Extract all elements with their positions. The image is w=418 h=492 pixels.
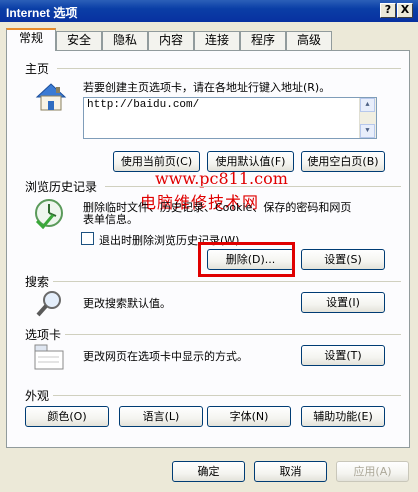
search-icon (36, 291, 61, 317)
search-description: 更改搜索默认值。 (83, 297, 171, 310)
cancel-button[interactable]: 取消 (254, 461, 327, 482)
home-group-divider (57, 68, 401, 69)
languages-button[interactable]: 语言(L) (119, 406, 203, 427)
tab-advanced[interactable]: 高级 (286, 31, 332, 50)
tabs-group-label: 选项卡 (25, 326, 66, 343)
tab-connections[interactable]: 连接 (194, 31, 240, 50)
appearance-group-label: 外观 (25, 387, 54, 404)
delete-on-exit-checkbox[interactable] (81, 232, 94, 245)
scroll-down-icon[interactable]: ▼ (360, 124, 375, 138)
search-settings-button[interactable]: 设置(I) (301, 292, 385, 313)
history-group-label: 浏览历史记录 (25, 178, 102, 195)
history-group-divider (105, 186, 401, 187)
ok-button[interactable]: 确定 (172, 461, 245, 482)
accessibility-button[interactable]: 辅助功能(E) (301, 406, 385, 427)
title-bar: Internet 选项 (0, 0, 418, 22)
help-button[interactable]: ? (380, 3, 396, 18)
home-description: 若要创建主页选项卡，请在各地址行键入地址(R)。 (83, 81, 331, 94)
tabs-description: 更改网页在选项卡中显示的方式。 (83, 350, 248, 363)
tabs-group-divider (65, 334, 401, 335)
tab-content[interactable]: 内容 (148, 31, 194, 50)
close-button[interactable]: X (397, 3, 413, 18)
house-icon (35, 83, 67, 111)
use-blank-button[interactable]: 使用空白页(B) (301, 151, 385, 172)
search-group-label: 搜索 (25, 273, 54, 290)
history-description-line2: 表单信息。 (83, 213, 138, 226)
home-url-text: http://baidu.com/ (87, 99, 200, 111)
tab-programs[interactable]: 程序 (240, 31, 286, 50)
tabs-settings-button[interactable]: 设置(T) (301, 345, 385, 366)
fonts-button[interactable]: 字体(N) (207, 406, 291, 427)
home-url-input[interactable]: http://baidu.com/ ▲ ▼ (83, 97, 377, 139)
history-clock-icon (35, 199, 63, 229)
history-settings-button[interactable]: 设置(S) (301, 249, 385, 270)
url-scrollbar[interactable]: ▲ ▼ (359, 98, 376, 138)
window-title: Internet 选项 (6, 6, 78, 20)
colors-button[interactable]: 颜色(O) (25, 406, 109, 427)
tab-privacy[interactable]: 隐私 (102, 31, 148, 50)
tabs-icon (34, 344, 64, 370)
apply-button[interactable]: 应用(A) (336, 461, 409, 482)
appearance-group-divider (53, 395, 401, 396)
delete-highlight-box (198, 242, 295, 277)
tab-general[interactable]: 常规 (6, 28, 56, 51)
scroll-up-icon[interactable]: ▲ (360, 98, 375, 112)
home-group-label: 主页 (25, 60, 54, 77)
search-group-divider (53, 281, 401, 282)
tab-security[interactable]: 安全 (56, 31, 102, 50)
